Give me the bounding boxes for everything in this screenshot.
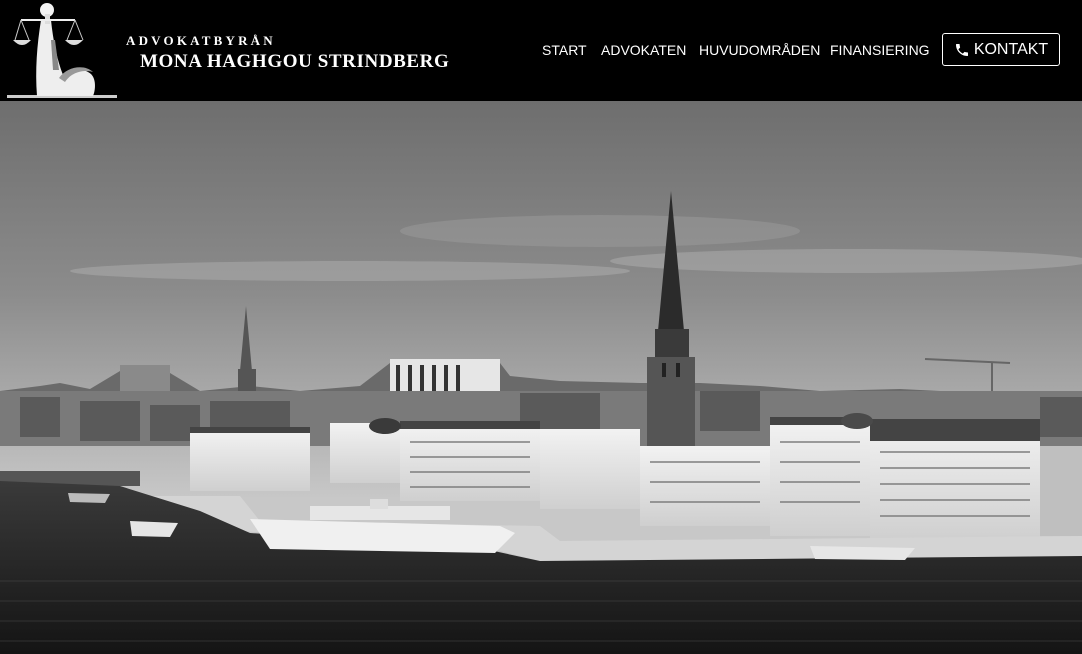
stockholm-skyline-image: [0, 101, 1082, 654]
site-header: ADVOKATBYRÅN MONA HAGHGOU STRINDBERG STA…: [0, 0, 1082, 101]
kontakt-label: KONTAKT: [973, 40, 1049, 58]
justitia-logo-icon[interactable]: [7, 0, 119, 100]
hero-image: [0, 101, 1082, 654]
nav-finansiering[interactable]: FINANSIERING: [830, 42, 930, 60]
phone-icon: [955, 43, 968, 56]
kontakt-button[interactable]: KONTAKT: [942, 33, 1060, 66]
nav-advokaten[interactable]: ADVOKATEN: [601, 42, 686, 60]
nav-start[interactable]: START: [542, 42, 587, 60]
brand-name[interactable]: MONA HAGHGOU STRINDBERG: [140, 51, 449, 73]
nav-huvudomraden[interactable]: HUVUDOMRÅDEN: [699, 42, 820, 60]
brand-tagline: ADVOKATBYRÅN: [126, 33, 276, 48]
